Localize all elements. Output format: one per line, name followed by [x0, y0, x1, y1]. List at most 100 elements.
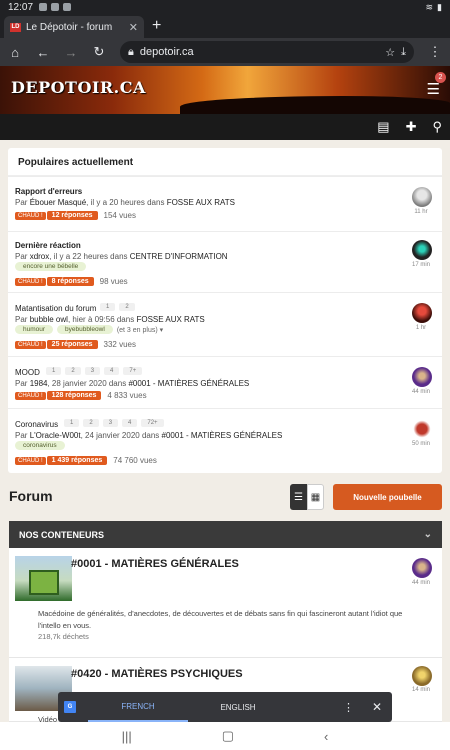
views-count: 154 vues	[103, 210, 136, 220]
page-link[interactable]: 2	[65, 367, 81, 375]
page-link[interactable]: 3	[102, 419, 119, 427]
site-favicon-icon: LD	[10, 22, 21, 32]
browser-menu-icon[interactable]: ⋮	[428, 44, 442, 60]
tag[interactable]: humour	[15, 325, 54, 334]
lang-english-tab[interactable]: ENGLISH	[188, 692, 288, 722]
page-link[interactable]: 1	[64, 419, 80, 427]
topic-author[interactable]: L'Oracle-W00t	[30, 431, 81, 440]
category-title[interactable]: #0001 - MATIÈRES GÉNÉRALES	[71, 558, 239, 570]
page-link[interactable]: 4	[122, 419, 138, 427]
topic-category[interactable]: #0001 - MATIÈRES GÉNÉRALES	[128, 379, 249, 388]
page-link[interactable]: 2	[119, 303, 135, 311]
topic-title[interactable]: MOOD	[15, 368, 40, 377]
topic-title[interactable]: Dernière réaction	[15, 241, 81, 250]
topic-pager: 1 2 3 4 72+	[64, 419, 164, 427]
topic-title[interactable]: Coronavirus	[15, 420, 58, 429]
page-link[interactable]: 2	[83, 419, 99, 427]
avatar[interactable]	[412, 419, 432, 439]
site-toolbar: ▤ ✚ ⚲	[0, 114, 450, 140]
category-thumbnail[interactable]	[15, 556, 72, 601]
bookmark-star-icon[interactable]: ☆	[385, 46, 395, 59]
recents-icon[interactable]: |||	[122, 729, 132, 744]
topic-row[interactable]: MOOD 1 2 3 4 7+ Par 1984, 28 janvier 202…	[8, 356, 442, 408]
views-count: 74 760 vues	[113, 455, 157, 465]
tag[interactable]: byebubbleowl	[57, 325, 113, 334]
activity-feed-icon[interactable]: ▤	[377, 119, 389, 135]
page-link[interactable]: 7+	[123, 367, 143, 375]
url-field[interactable]: 🔒︎ depotoir.ca ☆ ⤓	[120, 41, 414, 63]
topic-author[interactable]: xdrox	[30, 252, 50, 261]
avatar[interactable]	[412, 558, 432, 578]
forum-heading: Forum	[9, 488, 53, 504]
category-card[interactable]: #0001 - MATIÈRES GÉNÉRALES 44 min Macédo…	[9, 548, 442, 658]
topic-category[interactable]: #0001 - MATIÈRES GÉNÉRALES	[162, 431, 283, 440]
system-nav-bar: ||| ▢ ‹	[0, 722, 450, 750]
close-icon[interactable]: ✕	[372, 700, 382, 714]
reload-icon[interactable]: ↻	[92, 44, 106, 60]
containers-title: NOS CONTENEURS	[19, 529, 105, 540]
notification-badge[interactable]: 2	[435, 72, 446, 83]
more-tags-toggle[interactable]: (et 3 en plus) ▾	[117, 326, 163, 334]
forward-icon[interactable]: →	[64, 45, 78, 60]
avatar[interactable]	[412, 240, 432, 260]
page-link[interactable]: 1	[100, 303, 116, 311]
topic-category[interactable]: FOSSE AUX RATS	[167, 198, 235, 207]
avatar[interactable]	[412, 367, 432, 387]
translate-more-icon[interactable]: ⋮	[343, 701, 354, 714]
topic-title[interactable]: Matantisation du forum	[15, 304, 96, 313]
notification-icon	[51, 3, 60, 11]
avatar[interactable]	[412, 303, 432, 323]
topic-author[interactable]: bubble owl	[30, 315, 68, 324]
topic-author[interactable]: Ébouer Masqué	[30, 198, 86, 207]
chevron-down-icon[interactable]: ⌄	[424, 529, 432, 540]
home-button-icon[interactable]: ▢	[222, 728, 234, 744]
topic-stats: CHAUD ! 25 réponses 332 vues	[15, 339, 136, 349]
back-icon[interactable]: ←	[36, 45, 50, 60]
search-icon[interactable]: ⚲	[432, 119, 442, 135]
download-icon[interactable]: ⤓	[401, 46, 406, 59]
page-link[interactable]: 72+	[141, 419, 164, 427]
new-topic-button[interactable]: Nouvelle poubelle	[333, 484, 442, 510]
site-header-banner: DEPOTOIR.CA ☰ 2	[0, 66, 450, 114]
topic-row[interactable]: Coronavirus 1 2 3 4 72+ Par L'Oracle-W00…	[8, 408, 442, 472]
tab-title: Le Dépotoir - forum	[26, 21, 113, 33]
back-nav-icon[interactable]: ‹	[324, 729, 328, 744]
topic-category[interactable]: FOSSE AUX RATS	[136, 315, 204, 324]
popular-heading: Populaires actuellement	[8, 148, 442, 176]
last-post-time: 1 hr	[415, 325, 427, 331]
topic-pager: 1 2 3 4 7+	[46, 367, 143, 375]
tag[interactable]: encore une bébelle	[15, 262, 87, 271]
page-link[interactable]: 3	[84, 367, 101, 375]
topic-stats: CHAUD ! 1 439 réponses 74 760 vues	[15, 455, 157, 465]
avatar[interactable]	[412, 666, 432, 686]
last-post-time: 50 min	[411, 441, 430, 447]
views-count: 332 vues	[103, 339, 136, 349]
avatar[interactable]	[412, 187, 432, 207]
tag[interactable]: coronavirus	[15, 441, 65, 450]
new-tab-button[interactable]: +	[152, 17, 161, 35]
topic-row[interactable]: Rapport d'erreurs Par Ébouer Masqué, il …	[8, 176, 442, 231]
url-text: depotoir.ca	[139, 46, 194, 58]
page-link[interactable]: 4	[104, 367, 120, 375]
replies-badge: 12 réponses	[46, 211, 98, 220]
page-link[interactable]: 1	[46, 367, 62, 375]
containers-header[interactable]: NOS CONTENEURS ⌄	[9, 521, 442, 548]
topic-row[interactable]: Matantisation du forum 1 2 Par bubble ow…	[8, 292, 442, 356]
close-tab-icon[interactable]: ✕	[129, 21, 138, 34]
topic-category[interactable]: CENTRE D'INFORMATION	[130, 252, 228, 261]
translate-bar: G FRENCH ENGLISH ⋮ ✕	[58, 692, 392, 722]
topic-author[interactable]: 1984	[30, 379, 48, 388]
replies-badge: 1 439 réponses	[46, 456, 108, 465]
browser-tab[interactable]: LD Le Dépotoir - forum ✕	[4, 16, 144, 38]
list-view-icon[interactable]: ☰	[290, 484, 307, 510]
lang-french-tab[interactable]: FRENCH	[88, 692, 188, 722]
site-logo[interactable]: DEPOTOIR.CA	[11, 78, 146, 97]
home-icon[interactable]: ⌂	[8, 45, 22, 60]
category-description: Macédoine de généralités, d'anecdotes, d…	[38, 609, 403, 630]
create-icon[interactable]: ✚	[406, 119, 417, 135]
grid-view-icon[interactable]: ▦	[307, 484, 324, 510]
topic-row[interactable]: Dernière réaction Par xdrox, il y a 22 h…	[8, 231, 442, 292]
topic-title[interactable]: Rapport d'erreurs	[15, 187, 82, 196]
category-title[interactable]: #0420 - MATIÈRES PSYCHIQUES	[71, 668, 243, 680]
last-post-time: 44 min	[411, 580, 430, 586]
